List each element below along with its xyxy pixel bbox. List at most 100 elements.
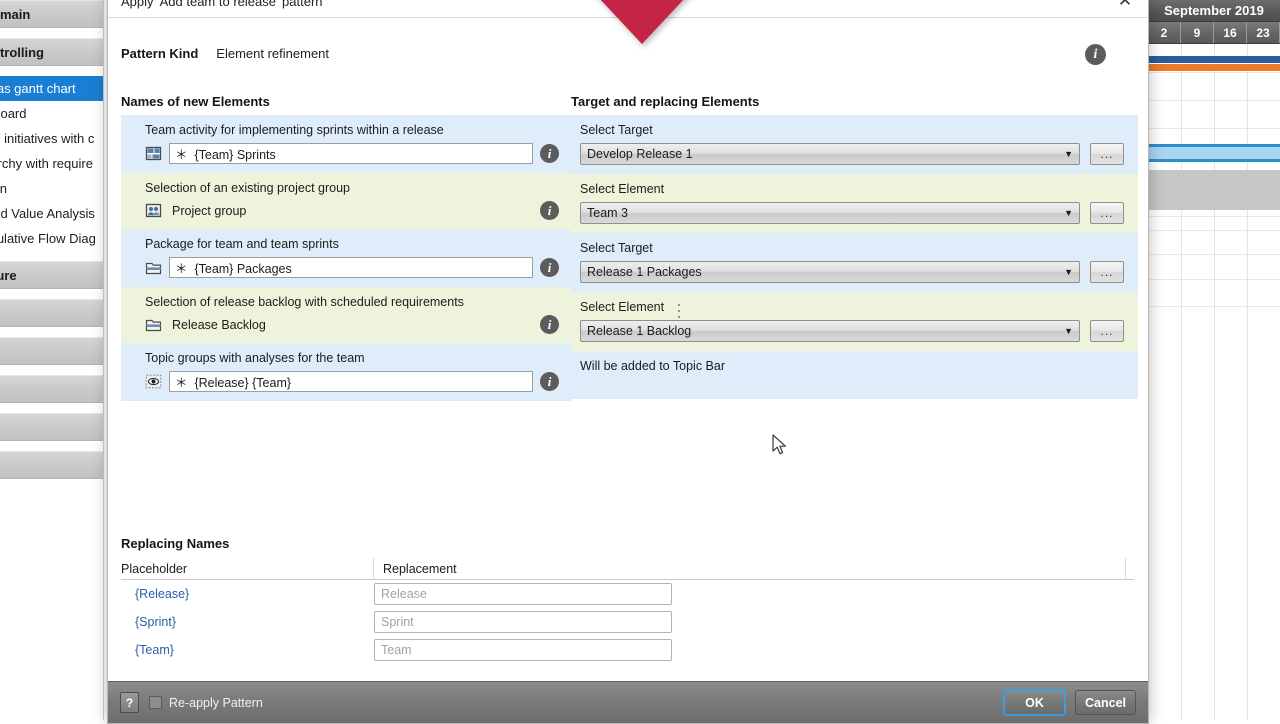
browse-button-target-2[interactable]: ... [1090,261,1124,283]
help-button[interactable]: ? [120,692,139,713]
gantt-bar-summary-bottom[interactable] [1148,159,1280,162]
annotation-arrow-icon [569,0,715,44]
name-row-description: Topic groups with analyses for the team [145,351,571,365]
gantt-rowline [1148,279,1280,280]
tree-spacer [0,251,103,261]
gantt-bar-release[interactable] [1148,56,1280,63]
info-icon[interactable]: i [540,258,559,277]
name-input-team-packages[interactable] [169,257,533,278]
tree-group-header-1[interactable]: 1 [0,413,103,441]
gantt-rowline [1148,254,1280,255]
replacement-input-sprint[interactable] [374,611,672,633]
tree-item-dashboard[interactable]: hboard [0,101,103,126]
column-splitter[interactable] [676,296,682,326]
tree-item-gantt-chart[interactable]: n as gantt chart [0,76,103,101]
tree-group-header[interactable]: omain [0,0,103,28]
gantt-day-header: 2 9 16 23 [1148,22,1280,44]
tree-spacer [0,289,103,299]
replacement-input-team[interactable] [374,639,672,661]
ok-button[interactable]: OK [1004,690,1065,715]
replacing-names-table: Placeholder Replacement {Release} {Sprin… [121,558,1134,664]
chevron-down-icon: ▼ [1064,208,1073,218]
tree-spacer [0,403,103,413]
topic-bar-note: Will be added to Topic Bar [580,359,1138,373]
cancel-button[interactable]: Cancel [1075,690,1136,715]
tree-item-initiatives[interactable]: nd initiatives with c [0,126,103,151]
gantt-bar-sprint[interactable] [1148,64,1280,71]
pattern-kind-label: Pattern Kind [121,46,198,61]
gantt-month-header: September 2019 [1148,0,1280,22]
targets-section-title: Target and replacing Elements [571,94,759,109]
tree-group-header[interactable] [0,299,103,327]
target-row-label: Select Target [580,241,1138,255]
gantt-chart-panel[interactable]: September 2019 2 9 16 23 [1148,0,1280,720]
tree-group-label: ture [0,268,17,283]
tree-item-allocation[interactable]: tion [0,176,103,201]
tree-group-header-2[interactable]: 2 [0,451,103,479]
tree-item-label: n as gantt chart [0,81,76,96]
combo-select-element-2[interactable]: Release 1 Backlog ▼ [580,320,1080,342]
info-icon[interactable]: i [540,144,559,163]
target-row: Select Target Develop Release 1 ▼ ... [571,115,1138,174]
tree-item-earned-value[interactable]: ned Value Analysis [0,201,103,226]
name-row-description: Package for team and team sprints [145,237,571,251]
gantt-bar-summary[interactable] [1148,147,1280,159]
target-row-label: Select Element [580,182,1138,196]
name-static-release-backlog: Release Backlog [169,318,533,332]
dialog-title: Apply 'Add team to release' pattern [121,0,323,9]
gantt-rowline [1148,216,1280,217]
info-icon[interactable]: i [540,372,559,391]
name-row: Package for team and team sprints i [121,229,571,287]
name-row-inputline: i [145,257,571,278]
target-row-selectline: Develop Release 1 ▼ ... [580,143,1138,165]
browse-button-target-1[interactable]: ... [1090,143,1124,165]
combo-value: Team 3 [587,206,628,220]
gantt-bar-group[interactable] [1148,170,1280,210]
name-input-team-sprints[interactable] [169,143,533,164]
name-row-inputline: Release Backlog i [145,315,571,334]
name-row: Selection of release backlog with schedu… [121,287,571,343]
tree-item-hierarchy[interactable]: rarchy with require [0,151,103,176]
target-row: Select Element Release 1 Backlog ▼ ... [571,292,1138,351]
combo-select-element-1[interactable]: Team 3 ▼ [580,202,1080,224]
tree-spacer [0,66,103,76]
close-icon[interactable]: ✕ [1102,0,1148,17]
combo-select-target-2[interactable]: Release 1 Packages ▼ [580,261,1080,283]
reapply-pattern-checkbox[interactable]: Re-apply Pattern [149,696,263,710]
replacement-input-release[interactable] [374,583,672,605]
tree-item-label: rarchy with require [0,156,93,171]
table-row: {Team} [121,636,1134,664]
combo-select-target-1[interactable]: Develop Release 1 ▼ [580,143,1080,165]
tree-group-header[interactable] [0,337,103,365]
gantt-rowline [1148,72,1280,73]
tree-item-cumulative-flow[interactable]: mulative Flow Diag [0,226,103,251]
tree-group-header[interactable] [0,375,103,403]
names-column: Team activity for implementing sprints w… [121,115,571,401]
tree-item-label: tion [0,181,7,196]
combo-value: Release 1 Backlog [587,324,691,338]
project-group-icon [145,202,162,219]
pattern-kind-row: Pattern Kind Element refinement [121,46,329,61]
tree-spacer [0,28,103,38]
gantt-rowline [1148,306,1280,307]
browse-button-element-2[interactable]: ... [1090,320,1124,342]
splitter-dot [678,304,680,306]
placeholder-team: {Team} [121,643,374,657]
placeholder-sprint: {Sprint} [121,615,374,629]
tree-group-header[interactable]: ntrolling [0,38,103,66]
tree-spacer [0,441,103,451]
browse-button-element-1[interactable]: ... [1090,202,1124,224]
name-static-project-group: Project group [169,204,533,218]
info-icon[interactable]: i [540,201,559,220]
table-row: {Sprint} [121,608,1134,636]
left-tree-panel[interactable]: omain ntrolling n as gantt chart hboard … [0,0,104,720]
gantt-day-tick: 23 [1247,22,1280,43]
gantt-day-tick: 16 [1214,22,1247,43]
name-input-release-team[interactable] [169,371,533,392]
info-icon[interactable]: i [1085,44,1106,65]
name-row-inputline: i [145,371,571,392]
info-icon[interactable]: i [540,315,559,334]
tree-item-label: nd initiatives with c [0,131,94,146]
tree-group-header[interactable]: ture [0,261,103,289]
eye-icon [145,373,162,390]
